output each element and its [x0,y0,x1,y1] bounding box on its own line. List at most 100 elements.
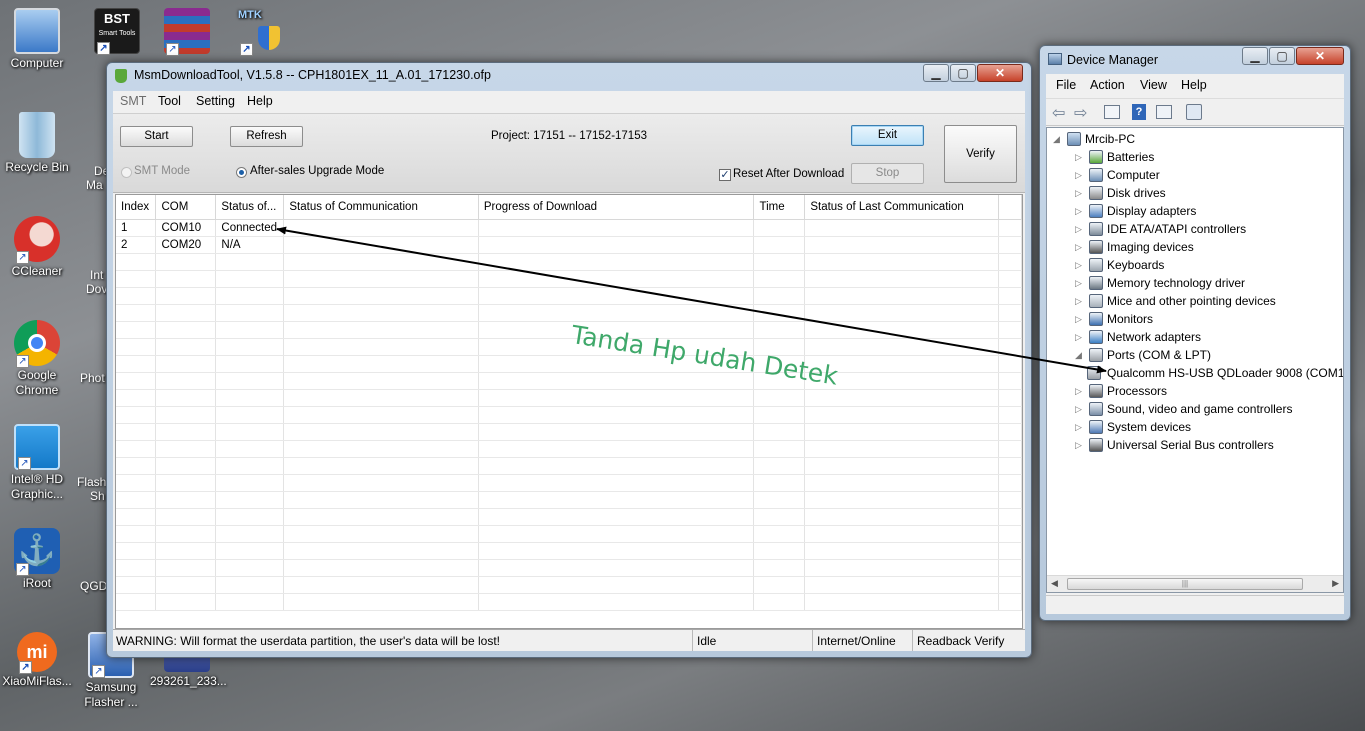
menu-tool[interactable]: Tool [158,94,181,108]
expand-icon[interactable]: ▷ [1075,292,1085,310]
table-cell [116,321,157,339]
table-cell [753,491,806,509]
menu-help[interactable]: Help [1181,78,1207,92]
table-cell [478,287,755,305]
desktop-icon-computer[interactable]: Computer [0,8,74,71]
smt-mode-radio[interactable] [121,167,132,178]
empty-table-row [116,389,1022,407]
reset-after-download-checkbox[interactable]: ✓ [719,169,731,181]
expand-icon[interactable]: ▷ [1075,382,1085,400]
table-cell [804,321,1000,339]
table-cell [283,423,479,441]
table-cell [116,440,157,458]
table-cell [804,576,1000,594]
empty-table-row [116,440,1022,458]
table-cell [283,372,479,390]
monitor-icon [1089,312,1103,326]
bst-subtitle: Smart Tools [98,30,136,37]
table-row[interactable]: 2 COM20 N/A [116,236,1022,254]
desktop-icon-winrar[interactable]: ↗ [150,8,224,56]
desktop-icon-bst[interactable]: BST Smart Tools ↗ [80,8,154,56]
scroll-right-icon[interactable]: ▶ [1332,578,1339,589]
table-row[interactable]: 1 COM10 Connected [116,219,1022,237]
expand-icon[interactable]: ▷ [1075,148,1085,166]
table-cell [116,406,157,424]
column-header[interactable]: Status of Communication [283,195,479,220]
table-cell [155,321,217,339]
status-warning: WARNING: Will format the userdata partit… [116,634,500,648]
menu-setting[interactable]: Setting [196,94,235,108]
maximize-button[interactable]: ▢ [1269,47,1295,65]
menu-smt[interactable]: SMT [120,94,146,108]
refresh-button[interactable]: Refresh [230,126,303,147]
table-cell [116,508,157,526]
expand-icon[interactable]: ▷ [1075,238,1085,256]
expand-icon[interactable]: ▷ [1075,184,1085,202]
expand-icon[interactable]: ▷ [1075,436,1085,454]
desktop-icon-iroot[interactable]: ⚓ ↗ iRoot [0,528,74,591]
table-cell [155,508,217,526]
expand-icon[interactable]: ▷ [1075,310,1085,328]
column-header[interactable]: Progress of Download [478,195,755,220]
table-cell [478,440,755,458]
table-cell [283,236,479,254]
stop-button[interactable]: Stop [851,163,924,184]
back-arrow-icon[interactable]: ⇦ [1052,103,1065,123]
column-header[interactable]: Time [753,195,806,220]
device-manager-client: File Action View Help ⇦ ⇨ ? ◢ Mrcib-PC ▷… [1046,74,1344,614]
desktop-icon-intel-graphics[interactable]: ↗ Intel® HD Graphic... [0,424,74,502]
exit-button[interactable]: Exit [851,125,924,146]
scroll-thumb[interactable]: ||| [1067,578,1303,590]
verify-button[interactable]: Verify [944,125,1017,183]
desktop-icon-recycle-bin[interactable]: Recycle Bin [0,112,74,175]
column-header[interactable]: COM [155,195,217,220]
desktop-icon-chrome[interactable]: ↗ Google Chrome [0,320,74,398]
shortcut-arrow-icon: ↗ [16,355,29,368]
intel-graphics-icon: ↗ [14,424,60,470]
table-cell [753,508,806,526]
start-button[interactable]: Start [120,126,193,147]
column-header[interactable]: Status of Last Communication [804,195,1000,220]
table-cell [804,338,1000,356]
scan-hardware-icon[interactable] [1186,104,1202,120]
horizontal-scrollbar[interactable]: ◀ ||| ▶ [1047,575,1343,592]
iroot-icon: ⚓ ↗ [14,528,60,576]
scroll-left-icon[interactable]: ◀ [1051,578,1058,589]
device-manager-titlebar[interactable]: Device Manager ▁ ▢ ✕ [1040,46,1350,72]
show-hide-tree-icon[interactable] [1104,105,1120,119]
empty-table-row [116,321,1022,339]
expand-icon[interactable]: ▷ [1075,202,1085,220]
maximize-button[interactable]: ▢ [950,64,976,82]
column-header[interactable]: Index [116,195,157,220]
expand-icon[interactable]: ▷ [1075,256,1085,274]
expand-icon[interactable]: ▷ [1075,418,1085,436]
expand-icon[interactable]: ▷ [1075,166,1085,184]
properties-icon[interactable] [1156,105,1172,119]
close-button[interactable]: ✕ [977,64,1023,82]
menu-view[interactable]: View [1140,78,1167,92]
msm-titlebar[interactable]: MsmDownloadTool, V1.5.8 -- CPH1801EX_11_… [107,63,1031,89]
table-cell [998,372,1022,390]
minimize-button[interactable]: ▁ [923,64,949,82]
collapse-icon[interactable]: ◢ [1075,346,1085,364]
desktop-icon-mtk[interactable]: MTK ↗ [224,8,298,56]
close-button[interactable]: ✕ [1296,47,1344,65]
table-cell [116,338,157,356]
menu-action[interactable]: Action [1090,78,1125,92]
table-cell [804,508,1000,526]
table-cell [215,355,285,373]
forward-arrow-icon[interactable]: ⇨ [1074,103,1087,123]
collapse-icon[interactable]: ◢ [1053,130,1063,148]
expand-icon[interactable]: ▷ [1075,400,1085,418]
aftersales-mode-radio[interactable] [236,167,247,178]
expand-icon[interactable]: ▷ [1075,220,1085,238]
expand-icon[interactable]: ▷ [1075,274,1085,292]
desktop-icon-xiaomi-flash[interactable]: mi ↗ XiaoMiFlas... [0,632,74,689]
expand-icon[interactable]: ▷ [1075,328,1085,346]
desktop-icon-ccleaner[interactable]: ↗ CCleaner [0,216,74,279]
menu-help[interactable]: Help [247,94,273,108]
column-header[interactable]: Status of... [215,195,285,220]
menu-file[interactable]: File [1056,78,1076,92]
help-icon[interactable]: ? [1132,104,1146,120]
minimize-button[interactable]: ▁ [1242,47,1268,65]
